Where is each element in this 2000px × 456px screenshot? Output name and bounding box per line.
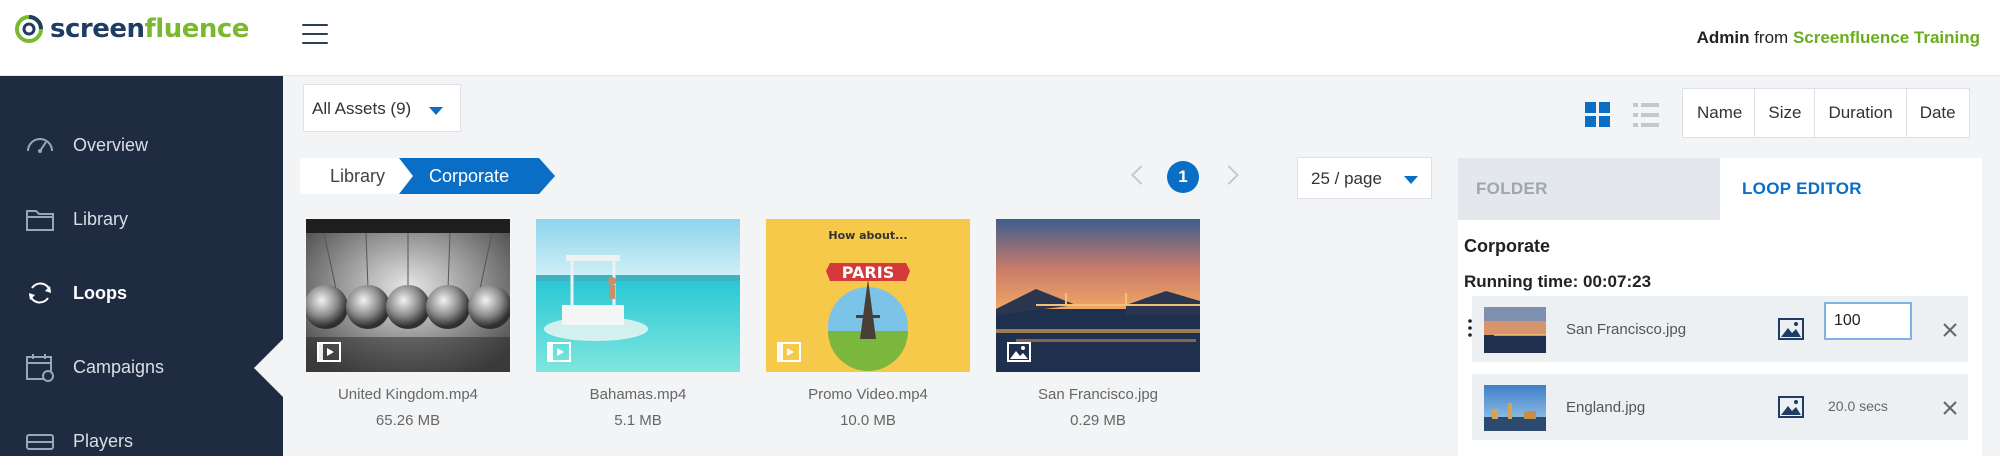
assets-filter-dropdown[interactable]: All Assets (9) (303, 84, 461, 132)
folder-icon (26, 210, 54, 231)
sidebar-item-library[interactable]: Library (0, 182, 283, 256)
user-from: from (1754, 28, 1789, 47)
image-type-icon (1778, 318, 1804, 340)
user-info[interactable]: Admin from Screenfluence Training (1697, 28, 1980, 48)
per-page-value: 25 / page (1311, 169, 1382, 188)
chevron-down-icon (1404, 176, 1418, 184)
sidebar-item-label: Campaigns (73, 356, 165, 377)
asset-card[interactable]: United Kingdom.mp4 65.26 MB (306, 219, 510, 429)
loop-title: Corporate (1464, 236, 1551, 256)
loop-item-thumbnail (1484, 307, 1546, 353)
grid-view-icon[interactable] (1584, 101, 1612, 129)
loop-item-thumbnail (1484, 385, 1546, 431)
asset-size: 5.1 MB (614, 412, 662, 429)
gauge-icon (27, 138, 53, 153)
sidebar-item-label: Overview (73, 134, 149, 155)
per-page-dropdown[interactable]: 25 / page (1297, 157, 1432, 199)
sort-by-size-button[interactable]: Size (1754, 89, 1814, 137)
loop-item[interactable]: San Francisco.jpg (1468, 296, 1968, 362)
logo-icon (15, 15, 43, 43)
logo-text: screenfluence (50, 14, 249, 44)
sort-by-duration-button[interactable]: Duration (1814, 89, 1905, 137)
logo[interactable]: screenfluence (14, 14, 249, 44)
organization-name: Screenfluence Training (1792, 28, 1980, 47)
loop-item[interactable]: England.jpg 20.0 secs (1472, 374, 1968, 440)
next-page-icon[interactable] (1219, 165, 1239, 185)
video-file-icon (777, 342, 801, 362)
menu-toggle-icon[interactable] (302, 24, 328, 44)
asset-name: United Kingdom.mp4 (337, 386, 479, 403)
duration-input[interactable] (1824, 302, 1912, 340)
logo-text-screen: screen (50, 14, 145, 44)
remove-item-icon[interactable] (1942, 322, 1958, 338)
player-icon (26, 434, 54, 450)
calendar-icon (26, 354, 54, 382)
page-number-button[interactable]: 1 (1167, 161, 1199, 193)
list-view-icon[interactable] (1632, 101, 1660, 129)
sidebar-item-loops[interactable]: Loops (0, 256, 283, 330)
right-panel: FOLDER LOOP EDITOR Corporate Running tim… (1458, 158, 1982, 456)
tab-folder[interactable]: FOLDER (1458, 158, 1720, 220)
sort-by-name-button[interactable]: Name (1683, 89, 1754, 137)
chevron-down-icon (429, 107, 443, 115)
breadcrumb: Library Corporate (300, 158, 556, 194)
asset-name: San Francisco.jpg (1037, 386, 1159, 403)
remove-item-icon[interactable] (1942, 400, 1958, 416)
asset-thumbnail[interactable] (306, 219, 510, 372)
asset-size: 10.0 MB (840, 412, 896, 429)
asset-card[interactable]: Bahamas.mp4 5.1 MB (536, 219, 740, 429)
previous-page-icon[interactable] (1131, 165, 1151, 185)
asset-name: Bahamas.mp4 (589, 386, 687, 403)
sidebar-item-label: Library (73, 208, 129, 229)
breadcrumb-current: Corporate (399, 158, 556, 194)
sidebar-item-label: Players (73, 430, 134, 451)
sort-by-date-button[interactable]: Date (1905, 89, 1969, 137)
tab-loop-editor[interactable]: LOOP EDITOR (1720, 158, 1982, 220)
asset-thumbnail[interactable]: How about... PARIS (766, 219, 970, 372)
logo-text-fluence: fluence (144, 14, 250, 44)
active-indicator (254, 338, 284, 398)
assets-filter-value: All Assets (9) (312, 99, 412, 118)
asset-name: Promo Video.mp4 (808, 386, 928, 403)
sidebar-item-campaigns[interactable]: Campaigns (0, 330, 283, 404)
asset-card[interactable]: How about... PARIS Promo Video.mp4 10.0 … (766, 219, 970, 429)
loop-item-name: England.jpg (1566, 399, 1646, 416)
sidebar-item-overview[interactable]: Overview (0, 108, 283, 182)
sidebar: Overview Library Loops Campaigns Players (0, 76, 284, 456)
asset-card[interactable]: San Francisco.jpg 0.29 MB (996, 219, 1200, 429)
loop-editor-body: Corporate Running time: 00:07:23 San Fra… (1458, 220, 1982, 456)
asset-size: 0.29 MB (1070, 412, 1126, 429)
video-file-icon (547, 342, 571, 362)
running-time: Running time: 00:07:23 (1464, 272, 1652, 291)
thumb-text-paris: PARIS (842, 263, 894, 282)
loop-arrows-icon (29, 282, 51, 304)
image-type-icon (1778, 396, 1804, 418)
sidebar-item-label: Loops (73, 282, 127, 303)
user-name: Admin (1696, 28, 1750, 47)
asset-size: 65.26 MB (375, 412, 441, 429)
video-file-icon (317, 342, 341, 362)
breadcrumb-library[interactable]: Library (300, 158, 400, 194)
top-bar: screenfluence Admin from Screenfluence T… (0, 0, 2000, 76)
image-file-icon (1007, 342, 1031, 362)
loop-item-duration: 20.0 secs (1828, 398, 1888, 414)
asset-thumbnail[interactable] (536, 219, 740, 372)
loop-item-name: San Francisco.jpg (1566, 321, 1687, 338)
sidebar-item-players[interactable]: Players (0, 404, 283, 456)
sort-bar: Name Size Duration Date (1682, 88, 1970, 138)
drag-handle-icon[interactable] (1468, 318, 1472, 338)
asset-thumbnail[interactable] (996, 219, 1200, 372)
thumb-text-how-about: How about... (828, 229, 907, 242)
